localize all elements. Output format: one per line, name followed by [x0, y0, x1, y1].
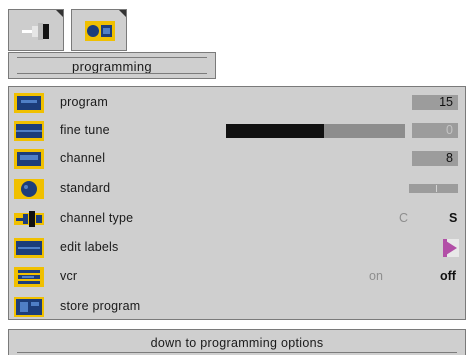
programming-menu: program 15 fine tune 0 channel 8 standar… — [8, 86, 466, 320]
channel-value[interactable]: 8 — [412, 151, 458, 166]
store-program-label: store program — [60, 299, 141, 313]
menu-item-edit-labels[interactable]: edit labels — [9, 234, 465, 262]
page-title-bar: programming — [8, 52, 216, 79]
program-icon — [14, 93, 44, 113]
divider — [17, 352, 457, 353]
channel-type-label: channel type — [60, 211, 134, 225]
program-value[interactable]: 15 — [412, 95, 458, 110]
vcr-icon — [14, 267, 44, 287]
divider — [17, 57, 207, 58]
footer-hint: down to programming options — [150, 336, 324, 350]
standard-selector-tick — [436, 185, 437, 192]
fine-tune-slider-fill — [226, 124, 325, 138]
tab-corner-marker — [119, 10, 126, 17]
fine-tune-icon — [14, 121, 44, 141]
menu-item-program[interactable]: program 15 — [9, 89, 465, 117]
channel-type-option-c[interactable]: C — [399, 211, 408, 225]
tab-corner-marker — [56, 10, 63, 17]
menu-item-channel[interactable]: channel 8 — [9, 145, 465, 173]
fine-tune-slider[interactable] — [226, 124, 405, 138]
channel-icon — [14, 149, 44, 169]
tv-settings-icon — [85, 21, 115, 41]
standard-selector[interactable] — [409, 184, 458, 193]
vcr-option-off[interactable]: off — [440, 269, 456, 283]
standard-label: standard — [60, 181, 111, 195]
page-title: programming — [72, 59, 152, 74]
program-label: program — [60, 95, 108, 109]
menu-item-channel-type[interactable]: channel type C S — [9, 205, 465, 233]
arrow-right-icon[interactable] — [443, 239, 459, 257]
vcr-option-on[interactable]: on — [369, 269, 383, 283]
menu-item-vcr[interactable]: vcr on off — [9, 263, 465, 291]
edit-labels-icon — [14, 238, 44, 258]
channel-type-option-s[interactable]: S — [449, 211, 457, 225]
tab-programming[interactable] — [71, 9, 127, 51]
menu-item-fine-tune[interactable]: fine tune 0 — [9, 117, 465, 145]
connector-icon — [22, 23, 49, 40]
menu-item-standard[interactable]: standard — [9, 175, 465, 203]
channel-type-icon — [14, 211, 44, 227]
tab-connections[interactable] — [8, 9, 64, 51]
menu-item-store-program[interactable]: store program — [9, 293, 465, 321]
channel-label: channel — [60, 151, 106, 165]
store-program-icon — [14, 297, 44, 317]
footer-hint-bar: down to programming options — [8, 329, 466, 355]
standard-icon — [14, 179, 44, 199]
edit-labels-label: edit labels — [60, 240, 119, 254]
vcr-label: vcr — [60, 269, 78, 283]
fine-tune-label: fine tune — [60, 123, 110, 137]
fine-tune-value: 0 — [412, 123, 458, 138]
divider — [17, 73, 207, 74]
